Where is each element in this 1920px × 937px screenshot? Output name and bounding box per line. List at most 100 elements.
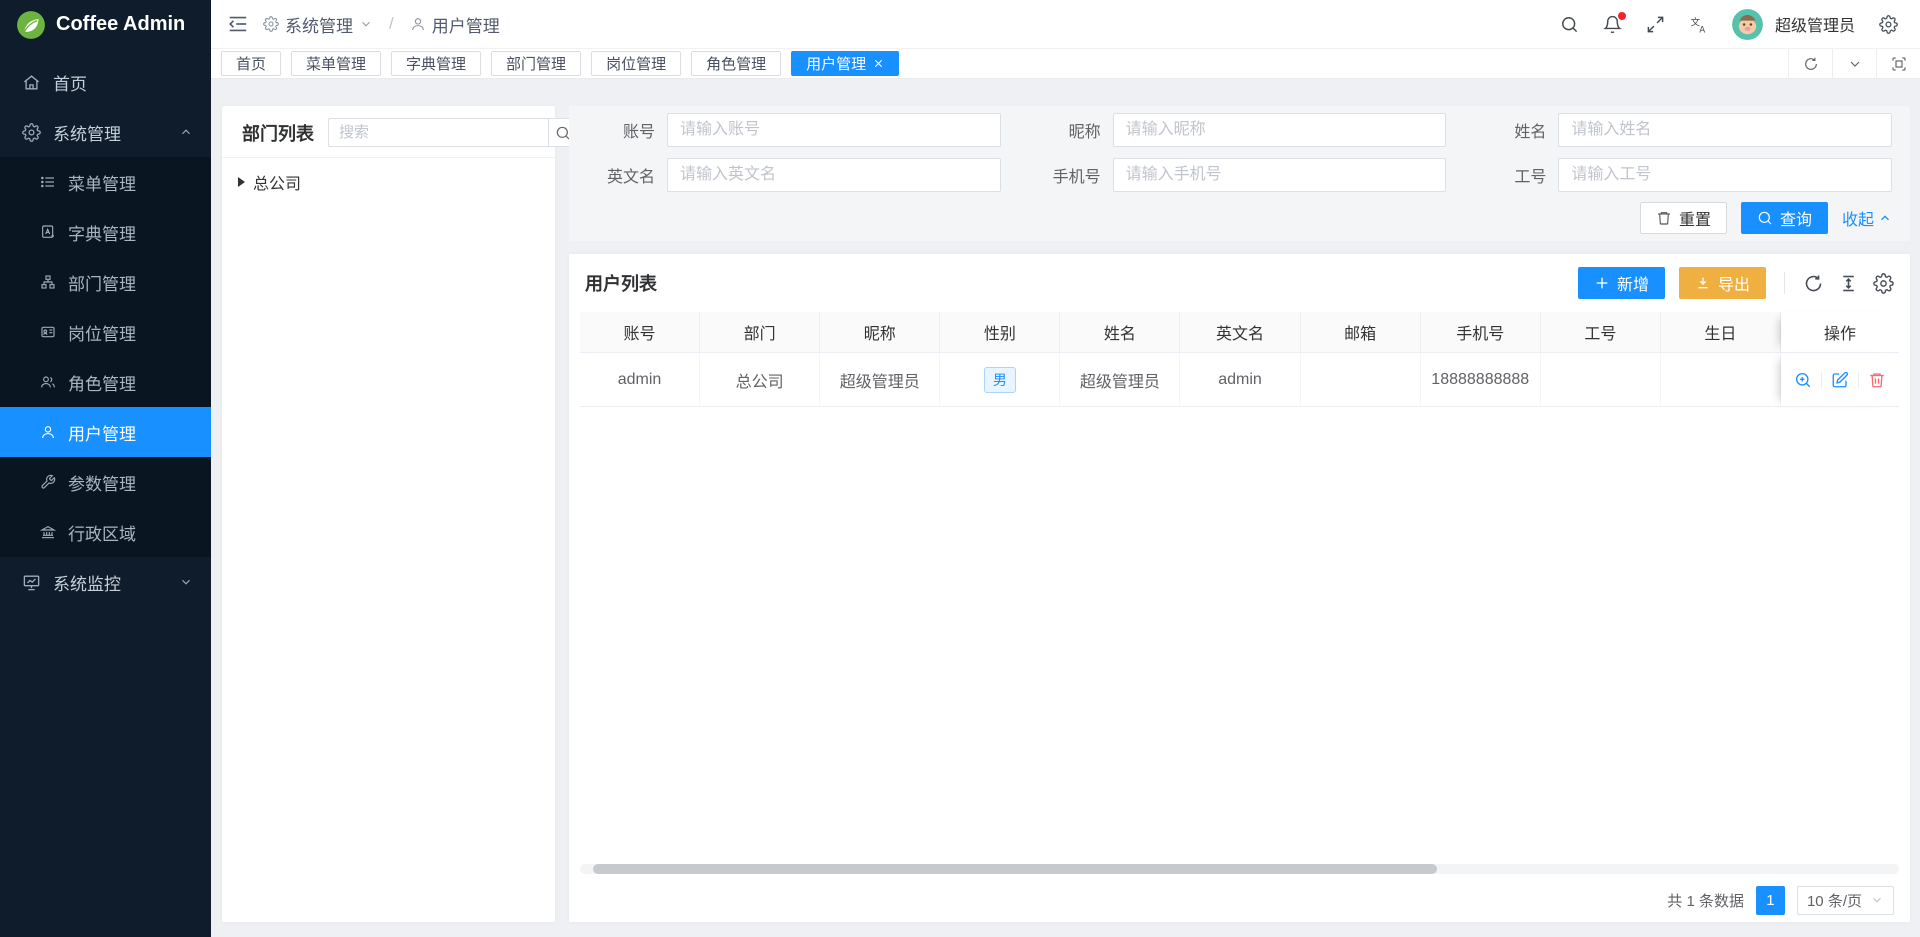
- reset-button[interactable]: 重置: [1640, 202, 1727, 234]
- sidebar-item-user-mgmt[interactable]: 用户管理: [0, 407, 211, 457]
- tab-home[interactable]: 首页: [221, 51, 281, 76]
- cell-phone: 18888888888: [1421, 353, 1541, 407]
- column-header: 部门: [700, 312, 820, 353]
- avatar[interactable]: [1732, 9, 1763, 40]
- tab-user-mgmt[interactable]: 用户管理: [791, 51, 899, 76]
- user-icon: [40, 424, 56, 440]
- sidebar-item-system-mgmt[interactable]: 系统管理: [0, 107, 211, 157]
- cell-actions: [1781, 353, 1899, 407]
- tab-label: 岗位管理: [606, 53, 666, 74]
- sidebar-item-label: 参数管理: [68, 470, 193, 495]
- trash-icon: [1656, 210, 1672, 226]
- sidebar-item-region-mgmt[interactable]: 行政区域: [0, 507, 211, 557]
- page-size-select[interactable]: 10 条/页: [1797, 886, 1894, 915]
- dictionary-icon: [40, 224, 56, 240]
- sidebar-item-post-mgmt[interactable]: 岗位管理: [0, 307, 211, 357]
- tab-post-mgmt[interactable]: 岗位管理: [591, 51, 681, 76]
- action-divider: [1858, 372, 1859, 388]
- sidebar-item-dict-mgmt[interactable]: 字典管理: [0, 207, 211, 257]
- translate-icon[interactable]: 文A: [1689, 15, 1708, 34]
- column-header: 手机号: [1421, 312, 1541, 353]
- work-no-input[interactable]: [1558, 158, 1892, 192]
- tab-dept-mgmt[interactable]: 部门管理: [491, 51, 581, 76]
- dept-tree: 总公司: [222, 158, 555, 206]
- action-divider: [1821, 372, 1822, 388]
- sidebar-item-home[interactable]: 首页: [0, 57, 211, 107]
- chevron-down-icon: [1870, 893, 1884, 907]
- tab-role-mgmt[interactable]: 角色管理: [691, 51, 781, 76]
- row-height-icon[interactable]: [1838, 273, 1859, 294]
- tab-menu-mgmt[interactable]: 菜单管理: [291, 51, 381, 76]
- field-account: 账号: [581, 113, 1001, 147]
- column-header: 性别: [940, 312, 1060, 353]
- sidebar-item-label: 字典管理: [68, 220, 193, 245]
- page-button-1[interactable]: 1: [1756, 886, 1785, 915]
- column-header: 生日: [1661, 312, 1781, 353]
- tab-label: 部门管理: [506, 53, 566, 74]
- breadcrumb-system[interactable]: 系统管理: [263, 12, 373, 37]
- export-button[interactable]: 导出: [1679, 267, 1766, 299]
- name-input[interactable]: [1558, 113, 1892, 147]
- chevron-down-icon[interactable]: [1832, 49, 1876, 78]
- top-header: 系统管理 / 用户管理 文A 超级管理员: [211, 0, 1920, 49]
- query-button[interactable]: 查询: [1741, 202, 1828, 234]
- chevron-up-icon: [1878, 211, 1892, 225]
- sidebar-item-dept-mgmt[interactable]: 部门管理: [0, 257, 211, 307]
- main-area: 系统管理 / 用户管理 文A 超级管理员: [211, 0, 1920, 937]
- user-name[interactable]: 超级管理员: [1775, 12, 1855, 36]
- gear-icon: [22, 123, 41, 142]
- scrollbar-thumb[interactable]: [593, 864, 1437, 874]
- refresh-icon[interactable]: [1788, 49, 1832, 78]
- gear-icon[interactable]: [1879, 15, 1898, 34]
- column-header: 英文名: [1180, 312, 1300, 353]
- breadcrumb-label: 用户管理: [432, 12, 500, 37]
- search-icon: [1757, 210, 1773, 226]
- column-header-actions: 操作: [1781, 312, 1899, 353]
- table-empty-space: [569, 407, 1910, 864]
- pagination-total: 共 1 条数据: [1667, 890, 1744, 911]
- bell-icon[interactable]: [1603, 15, 1622, 34]
- frame-fullscreen-icon[interactable]: [1876, 49, 1920, 78]
- nickname-input[interactable]: [1113, 113, 1447, 147]
- download-icon: [1695, 275, 1711, 291]
- list-icon: [40, 174, 56, 190]
- gear-icon[interactable]: [1873, 273, 1894, 294]
- dept-tree-panel: 部门列表 总公司: [222, 106, 555, 922]
- trash-icon[interactable]: [1868, 371, 1886, 389]
- sidebar-item-system-monitor[interactable]: 系统监控: [0, 557, 211, 607]
- search-icon[interactable]: [1560, 15, 1579, 34]
- search-form: 账号 昵称 姓名 英文名: [569, 106, 1910, 241]
- plus-icon: [1594, 275, 1610, 291]
- sidebar-menu: 首页 系统管理 菜单管理 字典管理 部门管理: [0, 49, 211, 607]
- column-header: 昵称: [820, 312, 940, 353]
- fullscreen-icon[interactable]: [1646, 15, 1665, 34]
- tab-label: 字典管理: [406, 53, 466, 74]
- sidebar-item-label: 系统监控: [53, 570, 167, 595]
- zoom-in-icon[interactable]: [1794, 371, 1812, 389]
- tree-node-root[interactable]: 总公司: [238, 170, 539, 194]
- en-name-input[interactable]: [667, 158, 1001, 192]
- field-label: 英文名: [581, 163, 667, 187]
- sidebar-item-role-mgmt[interactable]: 角色管理: [0, 357, 211, 407]
- cell-email: [1301, 353, 1421, 407]
- edit-icon[interactable]: [1831, 371, 1849, 389]
- sidebar-item-menu-mgmt[interactable]: 菜单管理: [0, 157, 211, 207]
- tree-search-input[interactable]: [328, 118, 548, 147]
- phone-input[interactable]: [1113, 158, 1447, 192]
- bank-icon: [40, 524, 56, 540]
- tab-bar: 首页 菜单管理 字典管理 部门管理 岗位管理 角色管理 用户管理: [211, 49, 1920, 79]
- menu-fold-icon[interactable]: [227, 13, 249, 35]
- caret-right-icon[interactable]: [238, 177, 245, 187]
- user-table-panel: 用户列表 新增 导出: [569, 254, 1910, 922]
- chevron-down-icon: [179, 575, 193, 589]
- add-user-button[interactable]: 新增: [1578, 267, 1665, 299]
- collapse-link[interactable]: 收起: [1842, 206, 1892, 230]
- tab-label: 角色管理: [706, 53, 766, 74]
- tab-dict-mgmt[interactable]: 字典管理: [391, 51, 481, 76]
- sidebar-item-param-mgmt[interactable]: 参数管理: [0, 457, 211, 507]
- field-label: 账号: [581, 118, 667, 142]
- close-icon[interactable]: [873, 58, 884, 69]
- account-input[interactable]: [667, 113, 1001, 147]
- cell-account: admin: [580, 353, 700, 407]
- refresh-icon[interactable]: [1803, 273, 1824, 294]
